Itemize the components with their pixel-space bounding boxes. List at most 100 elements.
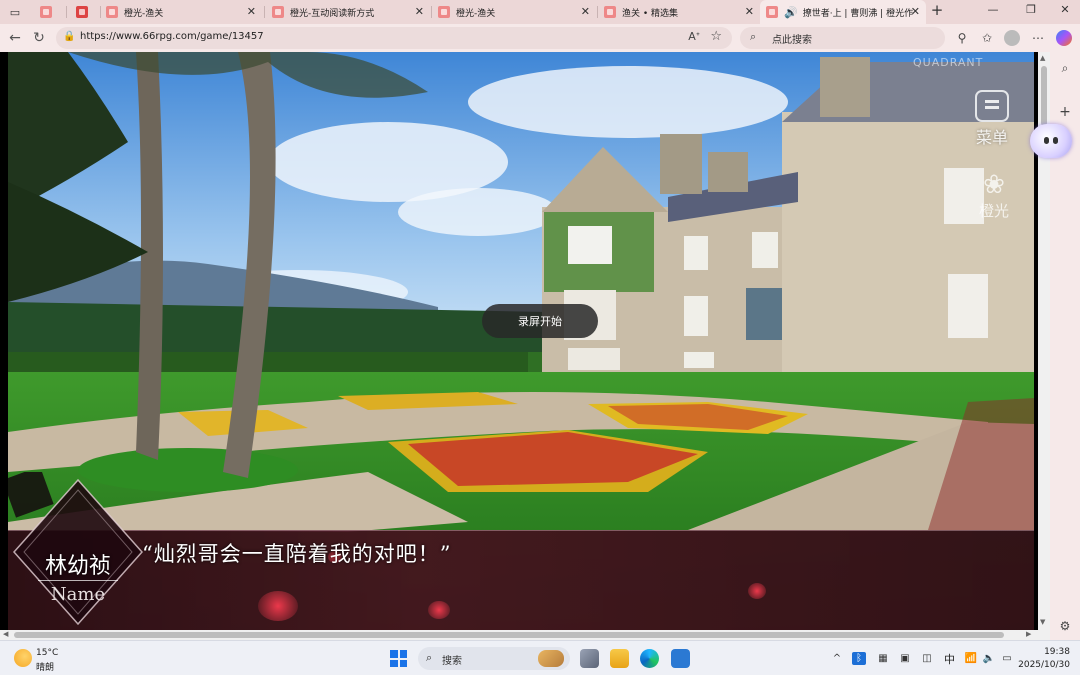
weather-moon-icon[interactable] <box>14 649 32 667</box>
weather-temperature[interactable]: 15°C <box>36 648 58 658</box>
tray-app-icon[interactable]: ▦ <box>876 652 890 665</box>
sparkle-decoration <box>748 583 766 599</box>
tab-1[interactable] <box>34 0 64 24</box>
tab-title: 橙光-互动阅读新方式 <box>290 8 375 19</box>
site-favicon-icon <box>438 6 450 18</box>
scroll-up-icon[interactable]: ▲ <box>1040 54 1045 62</box>
scroll-thumb[interactable] <box>14 632 1004 638</box>
search-box[interactable]: ⌕ 点此搜索 <box>740 27 945 49</box>
speaker-divider <box>38 580 118 581</box>
battery-icon[interactable]: ▭ <box>1000 652 1014 665</box>
tab-4[interactable]: 橙光-互动阅读新方式 ✕ <box>266 0 430 24</box>
edge-browser-icon[interactable] <box>640 649 659 668</box>
game-canvas[interactable]: QUADRANT 录屏开始 菜单 ❀ 橙光 林幼祯 Name “灿烈哥会一直陪着… <box>8 52 1034 630</box>
site-favicon-icon <box>40 6 52 18</box>
start-button-icon[interactable] <box>390 650 407 667</box>
browser-toolbar: ← ↻ 🔒 https://www.66rpg.com/game/13457 A… <box>0 24 1080 52</box>
site-favicon-icon <box>272 6 284 18</box>
taskbar-search[interactable]: ⌕ 搜索 <box>418 647 570 670</box>
search-icon: ⌕ <box>426 651 433 664</box>
windows-taskbar: 15°C 晴朗 ⌕ 搜索 ^ ᛒ ▦ ▣ ◫ 中 📶 🔈 ▭ 19:38 202… <box>0 640 1080 675</box>
scroll-thumb[interactable] <box>1041 66 1047 126</box>
input-method-indicator[interactable]: 中 <box>944 651 955 667</box>
site-favicon-icon <box>76 6 88 18</box>
wifi-icon[interactable]: 📶 <box>964 652 978 665</box>
site-favicon-icon <box>604 6 616 18</box>
dialog-line: “灿烈哥会一直陪着我的对吧！” <box>142 542 452 566</box>
sidebar-settings-icon[interactable]: ⚙ <box>1057 618 1073 634</box>
tray-app-icon[interactable]: ◫ <box>920 652 934 665</box>
tab-3[interactable]: 橙光-渔关 ✕ <box>100 0 262 24</box>
menu-icon <box>975 90 1009 122</box>
tab-title: 撩世者·上 | 曹则沸 | 橙光作 <box>802 8 914 19</box>
record-start-toast: 录屏开始 <box>482 304 598 338</box>
reload-icon[interactable]: ↻ <box>30 29 48 47</box>
orange-light-logo-icon: ❀ <box>983 170 1005 200</box>
volume-icon[interactable]: 🔈 <box>982 652 996 665</box>
lock-icon[interactable]: 🔒 <box>63 31 75 43</box>
scroll-down-icon[interactable]: ▼ <box>1040 618 1045 626</box>
maximize-icon[interactable]: ❐ <box>1022 3 1040 16</box>
copilot-icon[interactable] <box>1056 30 1072 46</box>
scroll-left-icon[interactable]: ◀ <box>3 630 8 638</box>
tab-separator <box>66 6 67 18</box>
sidebar-add-icon[interactable]: + <box>1057 104 1073 120</box>
more-menu-icon[interactable]: ⋯ <box>1030 30 1046 46</box>
close-icon[interactable]: ✕ <box>581 5 590 18</box>
sparkle-decoration <box>428 601 450 619</box>
window-close-icon[interactable]: ✕ <box>1056 3 1074 16</box>
search-highlight-icon <box>538 650 564 667</box>
profile-avatar-icon[interactable] <box>1004 30 1020 46</box>
read-aloud-icon[interactable]: Aᐩ <box>688 30 700 43</box>
record-start-label: 录屏开始 <box>518 315 562 328</box>
tray-app-icon[interactable]: ▣ <box>898 652 912 665</box>
taskbar-search-placeholder: 搜索 <box>442 656 462 667</box>
close-icon[interactable]: ✕ <box>415 5 424 18</box>
close-icon[interactable]: ✕ <box>911 5 920 18</box>
weather-description[interactable]: 晴朗 <box>36 660 54 673</box>
minimize-icon[interactable]: — <box>984 3 1002 16</box>
task-view-icon[interactable] <box>580 649 599 668</box>
favorites-icon[interactable]: ✩ <box>979 30 995 46</box>
clock-time[interactable]: 19:38 <box>1040 647 1070 657</box>
tab-title: 渔关 • 精选集 <box>622 8 679 19</box>
sparkle-decoration <box>258 591 298 621</box>
menu-label: 菜单 <box>975 128 1008 147</box>
tab-7-active[interactable]: 🔊 撩世者·上 | 曹则沸 | 橙光作 ✕ <box>760 0 926 24</box>
close-icon[interactable]: ✕ <box>745 5 754 18</box>
tab-6[interactable]: 渔关 • 精选集 ✕ <box>598 0 760 24</box>
tab-5[interactable]: 橙光-渔关 ✕ <box>432 0 596 24</box>
tab-strip: ▭ 橙光-渔关 ✕ 橙光-互动阅读新方式 ✕ 橙光-渔关 ✕ 渔关 • 精选集 … <box>0 0 1080 24</box>
speaker-playing-icon[interactable]: 🔊 <box>784 6 798 19</box>
bluetooth-app-icon[interactable]: ᛒ <box>852 652 866 665</box>
speaker-name: 林幼祯 <box>44 554 111 579</box>
extensions-icon[interactable]: ⚲ <box>954 30 970 46</box>
close-icon[interactable]: ✕ <box>247 5 256 18</box>
sidebar-search-icon[interactable]: ⌕ <box>1057 60 1073 76</box>
scroll-right-icon[interactable]: ▶ <box>1026 630 1031 638</box>
scroll-corner <box>1038 630 1050 640</box>
watermark-text: QUADRANT <box>913 56 984 69</box>
page-viewport: QUADRANT 录屏开始 菜单 ❀ 橙光 林幼祯 Name “灿烈哥会一直陪着… <box>0 52 1050 640</box>
copilot-assistant-icon[interactable] <box>1030 124 1072 158</box>
tab-2[interactable] <box>70 0 100 24</box>
remote-desktop-icon[interactable] <box>671 649 690 668</box>
clock-date[interactable]: 2025/10/30 <box>1018 660 1070 670</box>
show-hidden-icons-icon[interactable]: ^ <box>830 652 844 665</box>
horizontal-scrollbar[interactable]: ◀ ▶ <box>0 630 1038 640</box>
url-text[interactable]: https://www.66rpg.com/game/13457 <box>80 31 264 42</box>
search-placeholder: 点此搜索 <box>772 35 812 46</box>
back-arrow-icon[interactable]: ← <box>6 29 24 47</box>
tab-separator <box>264 6 265 18</box>
address-bar[interactable]: 🔒 https://www.66rpg.com/game/13457 Aᐩ ☆ <box>56 27 732 49</box>
favorite-star-icon[interactable]: ☆ <box>710 29 722 44</box>
game-menu-button[interactable]: 菜单 <box>968 90 1016 150</box>
site-favicon-icon <box>106 6 118 18</box>
tab-title: 橙光-渔关 <box>456 8 496 19</box>
tab-title: 橙光-渔关 <box>124 8 164 19</box>
site-favicon-icon <box>766 6 778 18</box>
brand-label: 橙光 <box>978 202 1009 220</box>
file-explorer-icon[interactable] <box>610 649 629 668</box>
tab-actions-icon[interactable]: ▭ <box>6 3 24 21</box>
new-tab-button[interactable]: + <box>928 1 946 19</box>
